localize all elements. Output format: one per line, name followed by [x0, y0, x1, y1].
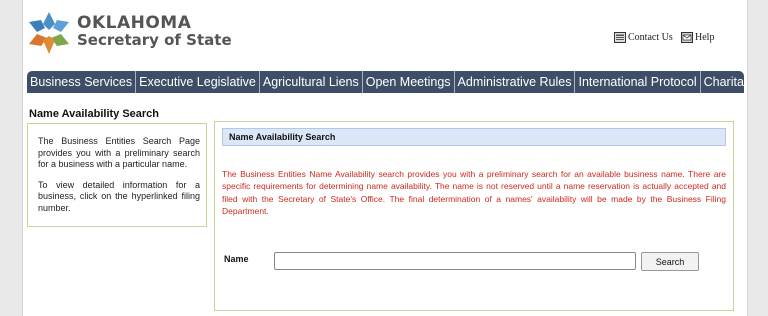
nav-charitable-organizations[interactable]: Charitable Organizations: [701, 71, 744, 93]
nav-open-meetings[interactable]: Open Meetings: [363, 71, 455, 93]
availability-notice: The Business Entities Name Availability …: [222, 169, 726, 216]
nav-executive-legislative[interactable]: Executive Legislative: [136, 71, 260, 93]
contact-us-label: Contact Us: [628, 32, 673, 43]
main-nav: Business Services Executive Legislative …: [27, 71, 744, 93]
page: OKLAHOMA Secretary of State Contact Us H…: [22, 0, 748, 316]
nav-business-services[interactable]: Business Services: [27, 71, 137, 93]
nav-administrative-rules[interactable]: Administrative Rules: [455, 71, 576, 93]
search-panel: Name Availability Search The Business En…: [214, 121, 734, 311]
help-mail-icon: [681, 32, 693, 43]
search-panel-title: Name Availability Search: [222, 128, 726, 146]
sidebar-info-box: The Business Entities Search Page provid…: [27, 123, 207, 227]
name-input[interactable]: [274, 252, 636, 270]
contact-us-link[interactable]: Contact Us: [614, 32, 673, 43]
header: OKLAHOMA Secretary of State Contact Us H…: [23, 0, 747, 70]
brand-secretary-of-state: Secretary of State: [77, 31, 232, 49]
brand-oklahoma: OKLAHOMA: [77, 13, 192, 33]
sidebar-title: Name Availability Search: [29, 108, 160, 120]
contact-card-icon: [614, 32, 626, 43]
nav-agricultural-liens[interactable]: Agricultural Liens: [260, 71, 363, 93]
name-label: Name: [224, 254, 249, 264]
sidebar-paragraph-1: The Business Entities Search Page provid…: [38, 136, 200, 169]
nav-international-protocol[interactable]: International Protocol: [575, 71, 701, 93]
search-button[interactable]: Search: [641, 252, 699, 271]
help-label: Help: [695, 32, 715, 43]
oklahoma-logo-icon: [29, 12, 69, 54]
sidebar-paragraph-2: To view detailed information for a busin…: [38, 179, 200, 213]
help-link[interactable]: Help: [681, 32, 714, 43]
